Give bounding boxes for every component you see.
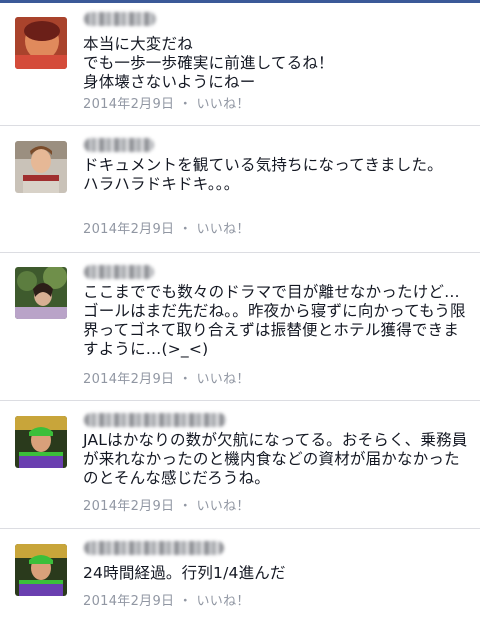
meta-separator: ・ bbox=[174, 97, 197, 112]
comment-text: ここまででも数々のドラマで目が離せなかったけど…ゴールはまだ先だね。。昨夜から寝… bbox=[83, 283, 466, 358]
meta-separator: ・ bbox=[174, 594, 197, 609]
avatar-photo bbox=[15, 544, 67, 596]
like-link[interactable]: いいね！ bbox=[197, 499, 250, 514]
comment-date[interactable]: 2014年2月9日 bbox=[83, 372, 174, 387]
like-link[interactable]: いいね！ bbox=[197, 594, 250, 609]
avatar-photo bbox=[15, 416, 67, 468]
comment-text: ドキュメントを観ている気持ちになってきました。 ハラハラドキドキ。。。 bbox=[83, 156, 443, 193]
comment-item: ドキュメントを観ている気持ちになってきました。 ハラハラドキドキ。。。 2014… bbox=[0, 126, 480, 253]
avatar-photo bbox=[15, 17, 67, 69]
like-link[interactable]: いいね！ bbox=[197, 372, 250, 387]
comment-date[interactable]: 2014年2月9日 bbox=[83, 594, 174, 609]
avatar[interactable] bbox=[15, 17, 67, 69]
comment-meta: 2014年2月9日 ・ いいね！ bbox=[83, 590, 250, 609]
avatar[interactable] bbox=[15, 141, 67, 193]
commenter-name-redacted[interactable] bbox=[84, 413, 226, 427]
avatar-photo bbox=[15, 267, 67, 319]
commenter-name-redacted[interactable] bbox=[84, 541, 224, 555]
comment-date[interactable]: 2014年2月9日 bbox=[83, 222, 174, 237]
comment-date[interactable]: 2014年2月9日 bbox=[83, 499, 174, 514]
comment-meta: 2014年2月9日 ・ いいね！ bbox=[83, 218, 250, 237]
comment-text: JALはかなりの数が欠航になってる。おそらく、乗務員が来れなかったのと機内食など… bbox=[83, 431, 468, 487]
like-link[interactable]: いいね！ bbox=[197, 97, 250, 112]
comment-meta: 2014年2月9日 ・ いいね！ bbox=[83, 495, 250, 514]
avatar[interactable] bbox=[15, 267, 67, 319]
avatar[interactable] bbox=[15, 544, 67, 596]
meta-separator: ・ bbox=[174, 222, 197, 237]
comment-text: 本当に大変だね でも一歩一歩確実に前進してるね！ 身体壊さないようにねー bbox=[83, 35, 334, 91]
avatar-photo bbox=[15, 141, 67, 193]
like-link[interactable]: いいね！ bbox=[197, 222, 250, 237]
comment-text: 24時間経過。行列1/4進んだ bbox=[83, 564, 286, 582]
comment-item: 本当に大変だね でも一歩一歩確実に前進してるね！ 身体壊さないようにねー 201… bbox=[0, 0, 480, 126]
comment-item: 24時間経過。行列1/4進んだ 2014年2月9日 ・ いいね！ bbox=[0, 529, 480, 625]
meta-separator: ・ bbox=[174, 372, 197, 387]
comment-meta: 2014年2月9日 ・ いいね！ bbox=[83, 368, 250, 387]
meta-separator: ・ bbox=[174, 499, 197, 514]
avatar[interactable] bbox=[15, 416, 67, 468]
comment-meta: 2014年2月9日 ・ いいね！ bbox=[83, 93, 250, 112]
commenter-name-redacted[interactable] bbox=[84, 138, 154, 152]
commenter-name-redacted[interactable] bbox=[84, 265, 154, 279]
comment-item: ここまででも数々のドラマで目が離せなかったけど…ゴールはまだ先だね。。昨夜から寝… bbox=[0, 253, 480, 401]
commenter-name-redacted[interactable] bbox=[84, 12, 156, 26]
comment-date[interactable]: 2014年2月9日 bbox=[83, 97, 174, 112]
comment-item: JALはかなりの数が欠航になってる。おそらく、乗務員が来れなかったのと機内食など… bbox=[0, 401, 480, 529]
